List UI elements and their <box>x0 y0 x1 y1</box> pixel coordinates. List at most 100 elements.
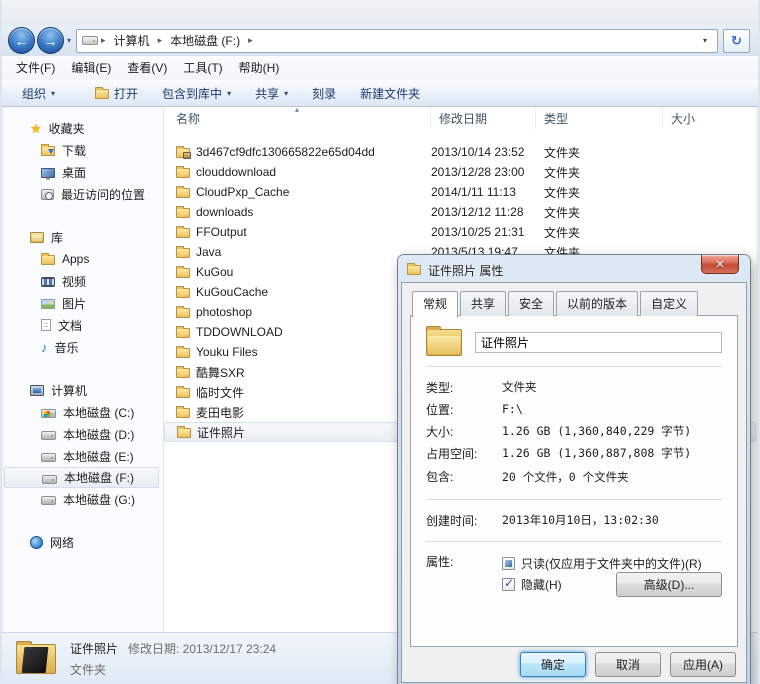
address-dropdown-caret-icon[interactable]: ▾ <box>698 36 712 45</box>
file-date: 2013/12/28 23:00 <box>431 165 536 179</box>
caret-down-icon: ▾ <box>51 89 55 98</box>
file-type: 文件夹 <box>536 144 663 161</box>
sidebar-item-disk-e[interactable]: 本地磁盘 (E:) <box>4 445 163 467</box>
new-folder-button[interactable]: 新建文件夹 <box>352 82 428 105</box>
menu-help[interactable]: 帮助(H) <box>231 56 288 79</box>
hidden-option[interactable]: 隐藏(H) 高级(D)... <box>502 574 722 595</box>
apply-button[interactable]: 应用(A) <box>670 652 736 677</box>
menu-edit[interactable]: 编辑(E) <box>63 56 119 79</box>
general-tab-page: 类型: 文件夹 位置: F:\ 大小: 1.26 GB (1,360,840,2… <box>410 315 738 647</box>
music-label: 音乐 <box>55 339 79 356</box>
sidebar-item-videos[interactable]: 视频 <box>4 270 163 292</box>
dialog-title-bar[interactable]: 证件照片 属性 ✕ <box>401 258 747 282</box>
sidebar-item-desktop[interactable]: 桌面 <box>4 161 163 183</box>
separator <box>426 499 722 500</box>
burn-label: 刻录 <box>312 85 336 102</box>
menu-tools[interactable]: 工具(T) <box>175 56 230 79</box>
close-button[interactable]: ✕ <box>701 255 739 274</box>
tab-sharing[interactable]: 共享 <box>460 291 506 316</box>
column-header-name[interactable]: ▴ 名称 <box>164 107 431 129</box>
file-name: 证件照片 <box>197 424 245 441</box>
sidebar-item-apps[interactable]: Apps <box>4 248 163 270</box>
sidebar-item-network[interactable]: 网络 <box>4 531 163 553</box>
file-type: 文件夹 <box>536 204 663 221</box>
advanced-button[interactable]: 高级(D)... <box>616 572 722 597</box>
location-value: F:\ <box>502 402 523 416</box>
forward-button[interactable]: → <box>37 27 64 54</box>
recent-pages-caret-icon[interactable]: ▾ <box>67 36 71 45</box>
tab-security[interactable]: 安全 <box>508 291 554 316</box>
file-row[interactable]: CloudPxp_Cache 2014/1/11 11:13 文件夹 <box>164 182 756 202</box>
size-on-disk-value: 1.26 GB (1,360,887,808 字节) <box>502 445 691 461</box>
ok-button[interactable]: 确定 <box>520 652 586 677</box>
file-name: KuGouCache <box>196 285 268 299</box>
file-row[interactable]: FFOutput 2013/10/25 21:31 文件夹 <box>164 222 756 242</box>
readonly-option[interactable]: 只读(仅应用于文件夹中的文件)(R) <box>502 553 722 574</box>
folder-icon <box>176 248 190 258</box>
file-row[interactable]: downloads 2013/12/12 11:28 文件夹 <box>164 202 756 222</box>
file-type: 文件夹 <box>536 164 663 181</box>
back-button[interactable]: ← <box>8 27 35 54</box>
tab-customize[interactable]: 自定义 <box>640 291 698 316</box>
cancel-button[interactable]: 取消 <box>595 652 661 677</box>
tab-general[interactable]: 常规 <box>412 291 458 318</box>
organize-button[interactable]: 组织 ▾ <box>14 82 63 105</box>
file-row[interactable]: 3d467cf9dfc130665822e65d04dd 2013/10/14 … <box>164 142 756 162</box>
file-date: 2014/1/11 11:13 <box>431 185 536 199</box>
menu-view[interactable]: 查看(V) <box>119 56 175 79</box>
network-icon <box>30 536 43 549</box>
favorites-group: ★ 收藏夹 下载 桌面 最近访问的位置 <box>4 117 163 205</box>
properties-dialog: 证件照片 属性 ✕ 常规 共享 安全 以前的版本 自定义 类型: 文件夹 <box>398 255 750 684</box>
disk-icon <box>41 453 56 462</box>
disk-icon <box>41 431 56 440</box>
share-button[interactable]: 共享 ▾ <box>247 82 296 105</box>
downloads-label: 下载 <box>62 142 86 159</box>
disk-g-label: 本地磁盘 (G:) <box>63 491 135 508</box>
hidden-label: 隐藏(H) <box>521 576 562 593</box>
downloads-icon <box>41 146 55 156</box>
file-name: downloads <box>196 205 253 219</box>
burn-button[interactable]: 刻录 <box>304 82 344 105</box>
sidebar-item-pictures[interactable]: 图片 <box>4 292 163 314</box>
sidebar-item-disk-f[interactable]: 本地磁盘 (F:) <box>4 467 159 488</box>
date-header-label: 修改日期 <box>439 110 487 127</box>
sidebar-item-music[interactable]: ♪ 音乐 <box>4 336 163 358</box>
folder-name-input[interactable] <box>475 332 722 353</box>
sidebar-item-libraries[interactable]: 库 <box>4 226 163 248</box>
include-in-library-button[interactable]: 包含到库中 ▾ <box>154 82 239 105</box>
readonly-checkbox[interactable] <box>502 557 515 570</box>
file-row[interactable]: clouddownload 2013/12/28 23:00 文件夹 <box>164 162 756 182</box>
breadcrumb-computer[interactable]: 计算机 <box>109 30 155 51</box>
dialog-buttons: 确定 取消 应用(A) <box>410 647 738 680</box>
sidebar-item-computer[interactable]: 计算机 <box>4 379 163 401</box>
sidebar-item-disk-c[interactable]: 本地磁盘 (C:) <box>4 401 163 423</box>
disk-f-label: 本地磁盘 (F:) <box>64 469 134 486</box>
folder-icon <box>176 268 190 278</box>
sidebar-item-downloads[interactable]: 下载 <box>4 139 163 161</box>
file-name: photoshop <box>196 305 252 319</box>
sidebar-item-disk-d[interactable]: 本地磁盘 (D:) <box>4 423 163 445</box>
sidebar-item-recent-places[interactable]: 最近访问的位置 <box>4 183 163 205</box>
column-header-date[interactable]: 修改日期 <box>431 107 536 129</box>
folder-icon <box>41 255 55 265</box>
folder-large-icon <box>426 329 462 356</box>
sidebar-item-favorites[interactable]: ★ 收藏夹 <box>4 117 163 139</box>
file-name: KuGou <box>196 265 233 279</box>
refresh-button[interactable]: ↻ <box>723 29 750 53</box>
tab-previous-versions[interactable]: 以前的版本 <box>556 291 638 316</box>
hidden-checkbox[interactable] <box>502 578 515 591</box>
breadcrumb-local-disk-f[interactable]: 本地磁盘 (F:) <box>165 30 245 51</box>
column-header-type[interactable]: 类型 <box>536 107 663 129</box>
sidebar-item-documents[interactable]: 文档 <box>4 314 163 336</box>
recent-places-icon <box>41 189 54 200</box>
file-name: FFOutput <box>196 225 247 239</box>
window-top-frame <box>2 0 758 25</box>
open-button[interactable]: 打开 <box>87 82 146 105</box>
column-header-size[interactable]: 大小 <box>663 107 756 129</box>
sidebar-item-disk-g[interactable]: 本地磁盘 (G:) <box>4 488 163 510</box>
address-bar[interactable]: ▸ 计算机 ▸ 本地磁盘 (F:) ▸ ▾ <box>76 29 718 53</box>
menu-file[interactable]: 文件(F) <box>8 56 63 79</box>
document-icon <box>41 319 51 331</box>
desktop-label: 桌面 <box>62 164 86 181</box>
desktop-icon <box>41 168 55 178</box>
